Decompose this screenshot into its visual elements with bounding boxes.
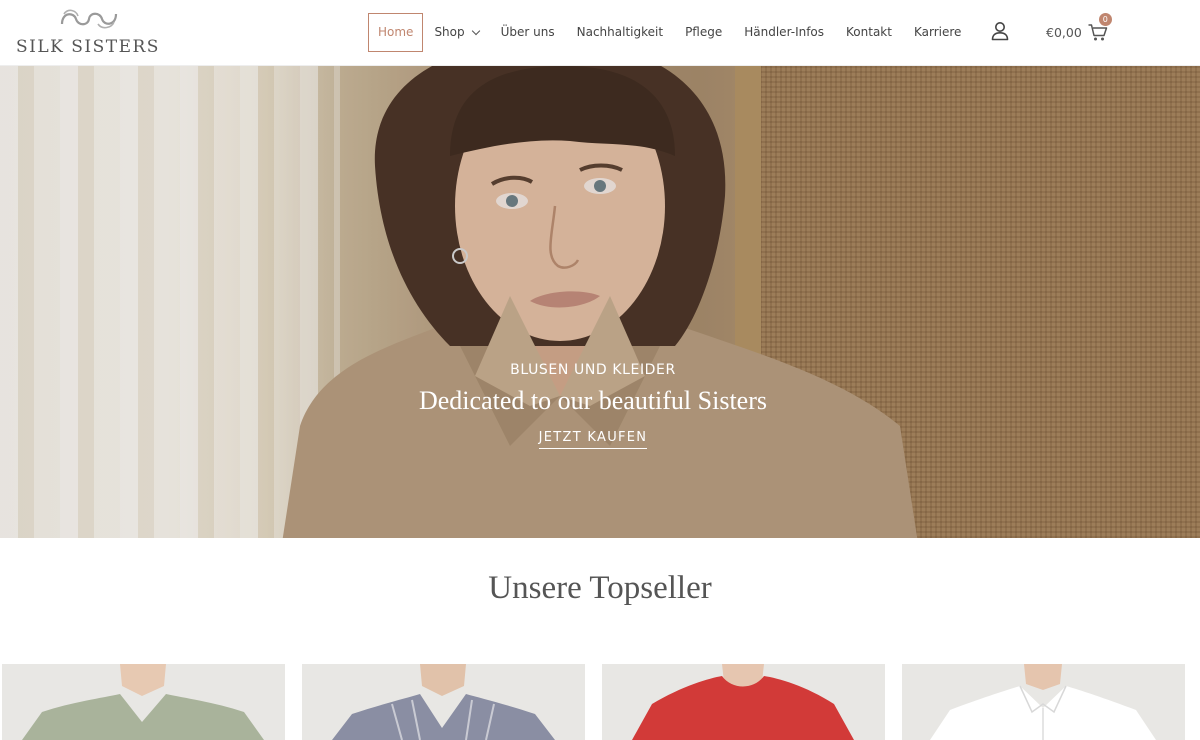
nav-item-haendler-infos[interactable]: Händler-Infos	[733, 13, 835, 52]
cart-count-badge: 0	[1098, 13, 1112, 26]
cart-total: €0,00	[1046, 24, 1082, 40]
product-image	[602, 664, 885, 740]
topseller-heading: Unsere Topseller	[488, 570, 712, 606]
product-card[interactable]	[2, 664, 285, 740]
nav-item-label: Pflege	[685, 25, 723, 39]
logo-mark-icon	[60, 9, 118, 29]
hero-eyebrow: BLUSEN UND KLEIDER	[510, 362, 676, 378]
shop-now-button[interactable]: JETZT KAUFEN	[538, 430, 648, 449]
hero-overlay	[0, 66, 1200, 538]
nav-item-nachhaltigkeit[interactable]: Nachhaltigkeit	[566, 13, 674, 52]
nav-item-shop[interactable]: Shop	[423, 13, 489, 52]
brand-logo[interactable]: SILK SISTERS	[14, 6, 166, 58]
nav-item-karriere[interactable]: Karriere	[903, 13, 972, 52]
site-header: SILK SISTERS Home Shop Über uns Nachhalt…	[0, 0, 1200, 66]
topseller-products	[2, 664, 1198, 740]
product-card[interactable]	[902, 664, 1185, 740]
brand-name: SILK SISTERS	[16, 37, 160, 57]
product-image	[902, 664, 1185, 740]
nav-item-label: Shop	[434, 25, 465, 39]
product-image	[302, 664, 585, 740]
product-card[interactable]	[302, 664, 585, 740]
nav-item-label: Home	[378, 25, 414, 39]
product-card[interactable]	[602, 664, 885, 740]
cart-icon-wrapper: 0	[1087, 13, 1112, 43]
nav-item-pflege[interactable]: Pflege	[674, 13, 733, 52]
main-navigation: Home Shop Über uns Nachhaltigkeit Pflege…	[368, 13, 972, 52]
nav-item-label: Karriere	[913, 25, 962, 39]
nav-item-ueber-uns[interactable]: Über uns	[490, 13, 566, 52]
nav-item-label: Händler-Infos	[744, 25, 825, 39]
nav-item-home[interactable]: Home	[368, 13, 424, 52]
product-image	[2, 664, 285, 740]
hero-title: Dedicated to our beautiful Sisters	[418, 386, 768, 415]
nav-item-kontakt[interactable]: Kontakt	[835, 13, 903, 52]
user-icon	[991, 22, 1009, 41]
hero-content: BLUSEN UND KLEIDER Dedicated to our beau…	[393, 362, 793, 449]
hero-banner: BLUSEN UND KLEIDER Dedicated to our beau…	[0, 66, 1200, 538]
cart-button[interactable]: €0,00 0	[1046, 13, 1112, 50]
nav-item-label: Über uns	[500, 25, 555, 39]
nav-item-label: Kontakt	[846, 25, 892, 39]
nav-item-label: Nachhaltigkeit	[576, 25, 664, 39]
chevron-down-icon	[471, 26, 480, 35]
account-button[interactable]	[989, 20, 1011, 42]
